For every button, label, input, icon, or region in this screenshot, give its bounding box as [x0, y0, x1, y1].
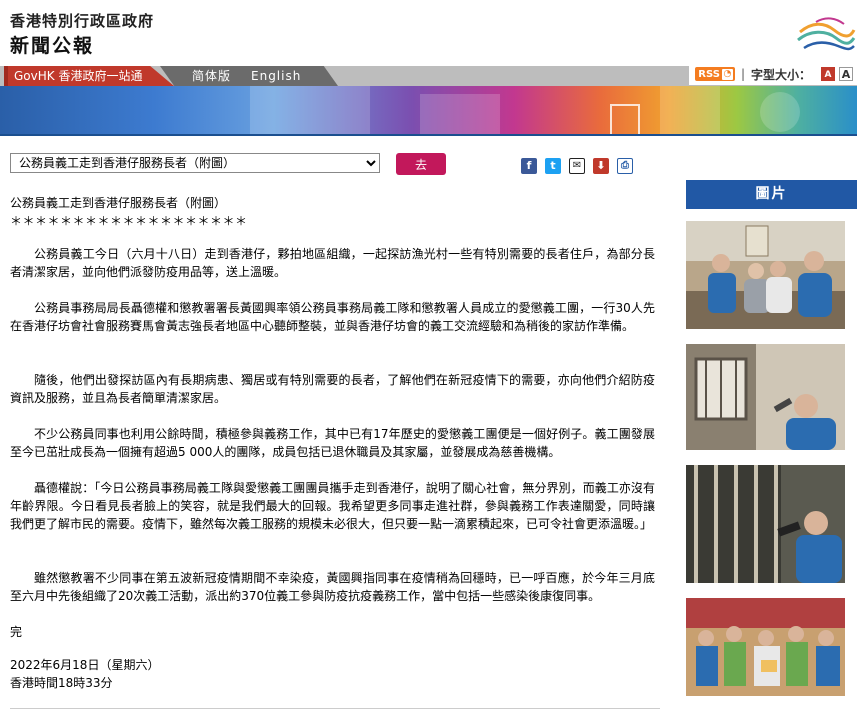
photo-thumbnail-3[interactable]	[686, 465, 845, 583]
brand-logo-icon[interactable]	[796, 12, 856, 56]
photo-thumbnail-4[interactable]	[686, 598, 845, 696]
twitter-share-icon[interactable]: t	[545, 158, 561, 174]
article-headline: 公務員義工走到香港仔服務長者（附圖）	[10, 196, 227, 210]
article-date: 2022年6月18日（星期六）	[10, 658, 160, 672]
font-size-small-button[interactable]: A	[821, 67, 835, 81]
article-time: 香港時間18時33分	[10, 676, 113, 690]
article-end-mark: 完	[10, 625, 23, 639]
rss-label: RSS	[698, 68, 720, 80]
article-paragraph: 公務員事務局局長聶德權和懲教署署長黃國興率領公務員事務局義工隊和懲教署人員成立的…	[10, 301, 655, 333]
govhk-link[interactable]: GovHK 香港政府一站通	[4, 66, 174, 86]
go-button[interactable]: 去	[396, 153, 446, 175]
article-paragraph: 聶德權說：「今日公務員事務局義工隊與愛懲義工團團員攜手走到香港仔，說明了關心社會…	[10, 481, 655, 531]
article-paragraph: 隨後，他們出發探訪區內有長期病患、獨居或有特別需要的長者，了解他們在新冠疫情下的…	[10, 373, 655, 405]
divider	[10, 708, 660, 709]
article-paragraph: 不少公務員同事也利用公餘時間，積極參與義務工作，其中已有17年歷史的愛懲義工團便…	[10, 427, 655, 459]
site-title: 香港特別行政區政府	[10, 12, 155, 30]
article-stars-divider: ＊＊＊＊＊＊＊＊＊＊＊＊＊＊＊＊＊＊＊	[10, 214, 248, 228]
font-size-label: 字型大小：	[750, 67, 811, 82]
simplified-chinese-link[interactable]: 简体版	[192, 66, 231, 86]
nav-language-strip	[160, 66, 338, 86]
rss-button[interactable]: RSS ◔	[695, 67, 735, 81]
article-paragraph: 雖然懲教署不少同事在第五波新冠疫情期間不幸染疫，黃國興指同事在疫情稍為回穩時，已…	[10, 571, 655, 603]
english-link[interactable]: English	[251, 66, 301, 86]
divider: |	[740, 67, 745, 81]
font-size-large-button[interactable]: A	[839, 67, 853, 81]
save-icon[interactable]: ⬇	[593, 158, 609, 174]
site-header: 香港特別行政區政府 新聞公報	[0, 0, 857, 66]
story-select[interactable]: 公務員義工走到香港仔服務長者（附圖）	[10, 153, 380, 173]
print-icon[interactable]: ⎙	[617, 158, 633, 174]
email-share-icon[interactable]: ✉	[569, 158, 585, 174]
decorative-banner	[0, 86, 857, 136]
article-paragraph: 公務員義工今日（六月十八日）走到香港仔，夥拍地區組織，一起探訪漁光村一些有特別需…	[10, 247, 655, 279]
rss-icon: ◔	[721, 68, 733, 80]
photo-thumbnail-1[interactable]	[686, 221, 845, 329]
pictures-header: 圖片	[686, 180, 857, 209]
photo-thumbnail-2[interactable]	[686, 344, 845, 450]
site-subtitle[interactable]: 新聞公報	[10, 31, 94, 58]
tool-strip: RSS ◔ | 字型大小： A A	[689, 63, 857, 85]
facebook-share-icon[interactable]: f	[521, 158, 537, 174]
